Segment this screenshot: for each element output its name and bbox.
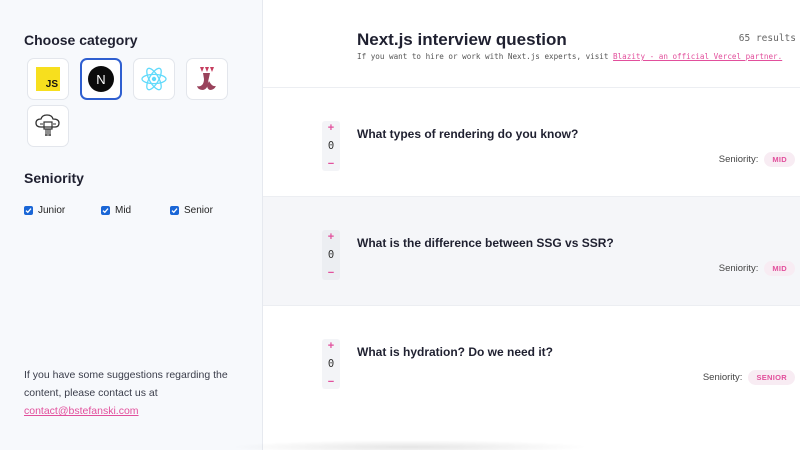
page-title: Next.js interview question bbox=[357, 30, 567, 49]
contact-email-link[interactable]: contact@bstefanski.com bbox=[24, 405, 139, 417]
contact-note: If you have some suggestions regarding t… bbox=[24, 366, 239, 420]
vote-count: 0 bbox=[327, 358, 335, 370]
question-title[interactable]: What is hydration? Do we need it? bbox=[357, 345, 553, 359]
seniority-badge: MID bbox=[764, 152, 795, 167]
question-seniority: Seniority: MID bbox=[719, 152, 795, 167]
seniority-title: Seniority bbox=[24, 170, 84, 186]
category-react-button[interactable] bbox=[133, 58, 175, 100]
category-cloud-button[interactable] bbox=[27, 105, 69, 147]
seniority-filter: Junior Mid Senior bbox=[24, 205, 213, 216]
category-jest-button[interactable] bbox=[186, 58, 228, 100]
upvote-icon[interactable]: + bbox=[328, 231, 334, 243]
nextjs-icon-label: N bbox=[96, 71, 106, 87]
results-count: 65 results bbox=[738, 33, 796, 44]
category-javascript-button[interactable]: JS bbox=[27, 58, 69, 100]
cloud-chip-icon bbox=[35, 114, 60, 136]
downvote-icon[interactable]: − bbox=[328, 376, 334, 388]
seniority-senior-label: Senior bbox=[184, 205, 213, 216]
question-seniority: Seniority: SENIOR bbox=[703, 370, 795, 385]
question-card[interactable]: + 0 − What is hydration? Do we need it? … bbox=[263, 305, 800, 414]
seniority-label: Seniority: bbox=[718, 154, 759, 165]
react-icon bbox=[141, 67, 167, 91]
seniority-label: Seniority: bbox=[718, 263, 759, 274]
vote-widget: + 0 − bbox=[322, 121, 340, 171]
vote-widget: + 0 − bbox=[322, 230, 340, 280]
seniority-senior-checkbox[interactable]: Senior bbox=[170, 205, 213, 216]
seniority-badge: MID bbox=[764, 261, 795, 276]
seniority-label: Seniority: bbox=[702, 372, 743, 383]
seniority-mid-label: Mid bbox=[115, 205, 132, 216]
upvote-icon[interactable]: + bbox=[328, 122, 334, 134]
seniority-mid-checkbox[interactable]: Mid bbox=[101, 205, 170, 216]
card-shadow bbox=[230, 440, 590, 450]
nextjs-icon: N bbox=[88, 66, 114, 92]
seniority-badge: SENIOR bbox=[748, 370, 795, 385]
checkbox-checked-icon[interactable] bbox=[24, 206, 33, 215]
question-card[interactable]: + 0 − What types of rendering do you kno… bbox=[263, 87, 800, 196]
checkbox-checked-icon[interactable] bbox=[101, 206, 110, 215]
vote-count: 0 bbox=[327, 140, 335, 152]
seniority-junior-checkbox[interactable]: Junior bbox=[24, 205, 101, 216]
seniority-junior-label: Junior bbox=[38, 205, 66, 216]
subtitle-text: If you want to hire or work with Next.js… bbox=[357, 52, 609, 61]
partner-link[interactable]: Blazity - an official Vercel partner. bbox=[613, 52, 782, 61]
question-card[interactable]: + 0 − What is the difference between SSG… bbox=[263, 196, 800, 305]
sidebar: Choose category JS N Seniority Junior Mi… bbox=[0, 0, 263, 450]
vote-widget: + 0 − bbox=[322, 339, 340, 389]
contact-text: If you have some suggestions regarding t… bbox=[24, 369, 228, 399]
jest-icon bbox=[197, 67, 216, 90]
category-title: Choose category bbox=[24, 32, 138, 48]
question-title[interactable]: What types of rendering do you know? bbox=[357, 127, 578, 141]
upvote-icon[interactable]: + bbox=[328, 340, 334, 352]
vote-count: 0 bbox=[327, 249, 335, 261]
question-seniority: Seniority: MID bbox=[719, 261, 795, 276]
checkbox-checked-icon[interactable] bbox=[170, 206, 179, 215]
downvote-icon[interactable]: − bbox=[328, 267, 334, 279]
page-subtitle: If you want to hire or work with Next.js… bbox=[357, 52, 782, 61]
downvote-icon[interactable]: − bbox=[328, 158, 334, 170]
category-nextjs-button[interactable]: N bbox=[80, 58, 122, 100]
main-content: Next.js interview question 65 results If… bbox=[263, 0, 800, 450]
question-title[interactable]: What is the difference between SSG vs SS… bbox=[357, 236, 614, 250]
javascript-icon-label: JS bbox=[45, 79, 58, 90]
javascript-icon: JS bbox=[36, 67, 60, 91]
